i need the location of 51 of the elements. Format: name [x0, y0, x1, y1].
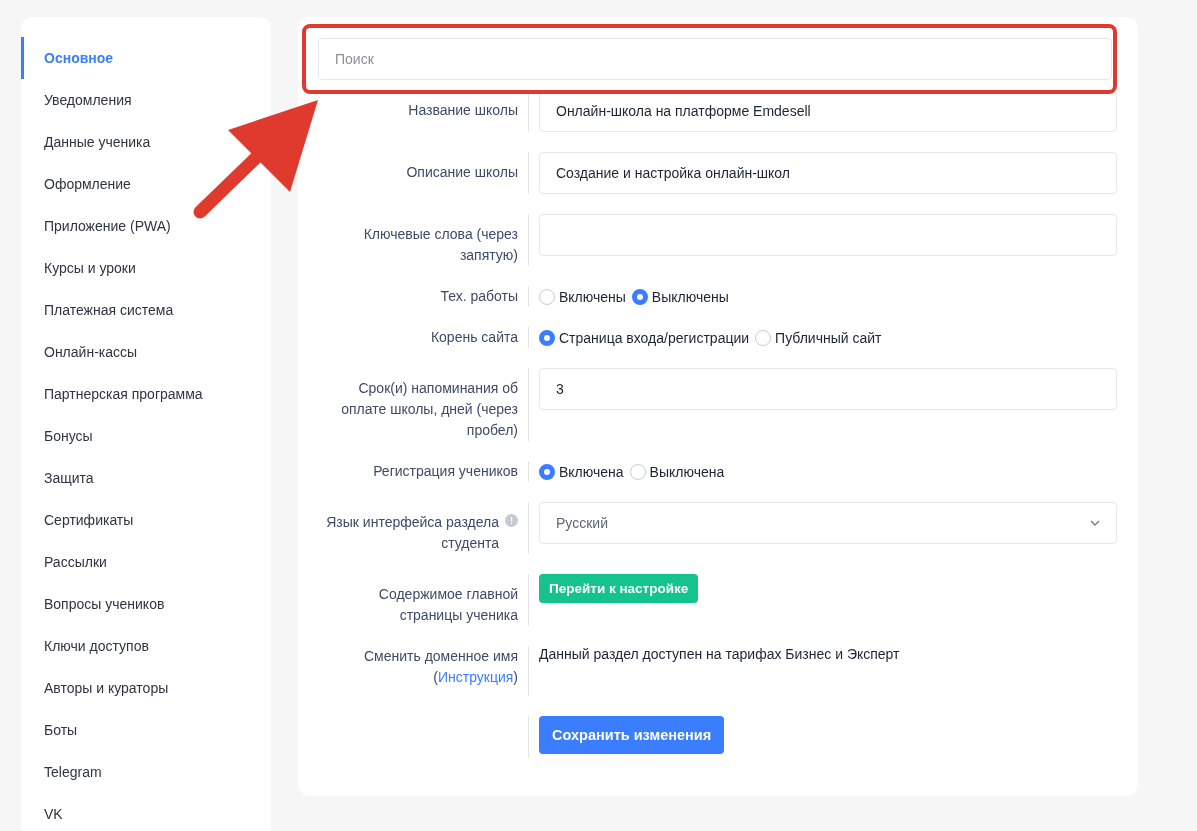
radio-option[interactable]: Включена — [539, 463, 624, 480]
sidebar-item[interactable]: Данные ученика — [21, 121, 157, 163]
instruction-link[interactable]: Инструкция — [437, 669, 514, 685]
info-text: Данный раздел доступен на тарифах Бизнес и Эксперт — [539, 646, 900, 662]
sidebar-item[interactable]: Авторы и кураторы — [21, 667, 175, 709]
field-label: Срок(и) напоминания об оплате школы, дней (через пробел) — [340, 379, 518, 440]
field-label: Название школы — [408, 101, 518, 120]
radio-button[interactable] — [539, 329, 555, 346]
chevron-down-icon — [1090, 520, 1100, 526]
radio-button[interactable] — [631, 288, 648, 305]
sidebar-item[interactable]: Оформление — [21, 163, 137, 205]
text-field[interactable]: Онлайн-школа на платформе Emdesell — [539, 90, 1117, 132]
field-label: Корень сайта — [430, 328, 518, 347]
radio-button[interactable] — [755, 329, 772, 346]
radio-button[interactable] — [539, 463, 555, 480]
field-label: Язык интерфейса раздела студента — [325, 513, 499, 553]
sidebar-item[interactable]: Партнерская программа — [21, 373, 209, 415]
field-label: Содержимое главной страницы ученика — [377, 585, 518, 625]
save-button[interactable]: Сохранить изменения — [539, 716, 725, 754]
sidebar-item[interactable]: Курсы и уроки — [21, 247, 142, 289]
search-field[interactable]: Поиск — [318, 38, 1112, 80]
field-label: Тех. работы — [440, 287, 518, 306]
sidebar-item[interactable]: Уведомления — [21, 79, 138, 121]
text-field[interactable]: 3 — [539, 368, 1117, 410]
radio-option[interactable]: Выключены — [631, 288, 729, 305]
sidebar-item[interactable]: Онлайн-кассы — [21, 331, 144, 373]
sidebar-item[interactable]: Бонусы — [21, 415, 99, 457]
radio-button[interactable] — [539, 288, 555, 305]
language-select[interactable]: Русский — [539, 502, 1117, 544]
sidebar-item[interactable]: Платежная система — [21, 289, 180, 331]
sidebar-item[interactable]: VK — [21, 793, 69, 831]
sidebar-item[interactable]: Приложение (PWA) — [21, 205, 177, 247]
radio-option[interactable]: Страница входа/регистрации — [539, 329, 750, 346]
radio-option[interactable]: Публичный сайт — [755, 329, 882, 346]
radio-option[interactable]: Выключена — [629, 463, 725, 480]
sidebar-item[interactable]: Защита — [21, 457, 100, 499]
text-field[interactable]: Создание и настройка онлайн-школ — [539, 152, 1117, 194]
field-label: Описание школы — [406, 163, 518, 182]
sidebar-item[interactable]: Сертификаты — [21, 499, 140, 541]
radio-option[interactable]: Включены — [539, 288, 626, 305]
sidebar-item[interactable]: Вопросы учеников — [21, 583, 171, 625]
sidebar-item[interactable]: Telegram — [21, 751, 108, 793]
sidebar-item[interactable]: Рассылки — [21, 541, 113, 583]
field-label: Сменить доменное имя (Инструкция) — [363, 647, 518, 687]
radio-button[interactable] — [629, 463, 646, 480]
field-label: Регистрация учеников — [373, 462, 518, 481]
sidebar-item[interactable]: Боты — [21, 709, 84, 751]
sidebar-item[interactable]: Основное — [21, 37, 120, 79]
sidebar-item[interactable]: Ключи доступов — [21, 625, 155, 667]
text-field[interactable] — [539, 214, 1117, 256]
field-label: Ключевые слова (через запятую) — [362, 225, 518, 265]
